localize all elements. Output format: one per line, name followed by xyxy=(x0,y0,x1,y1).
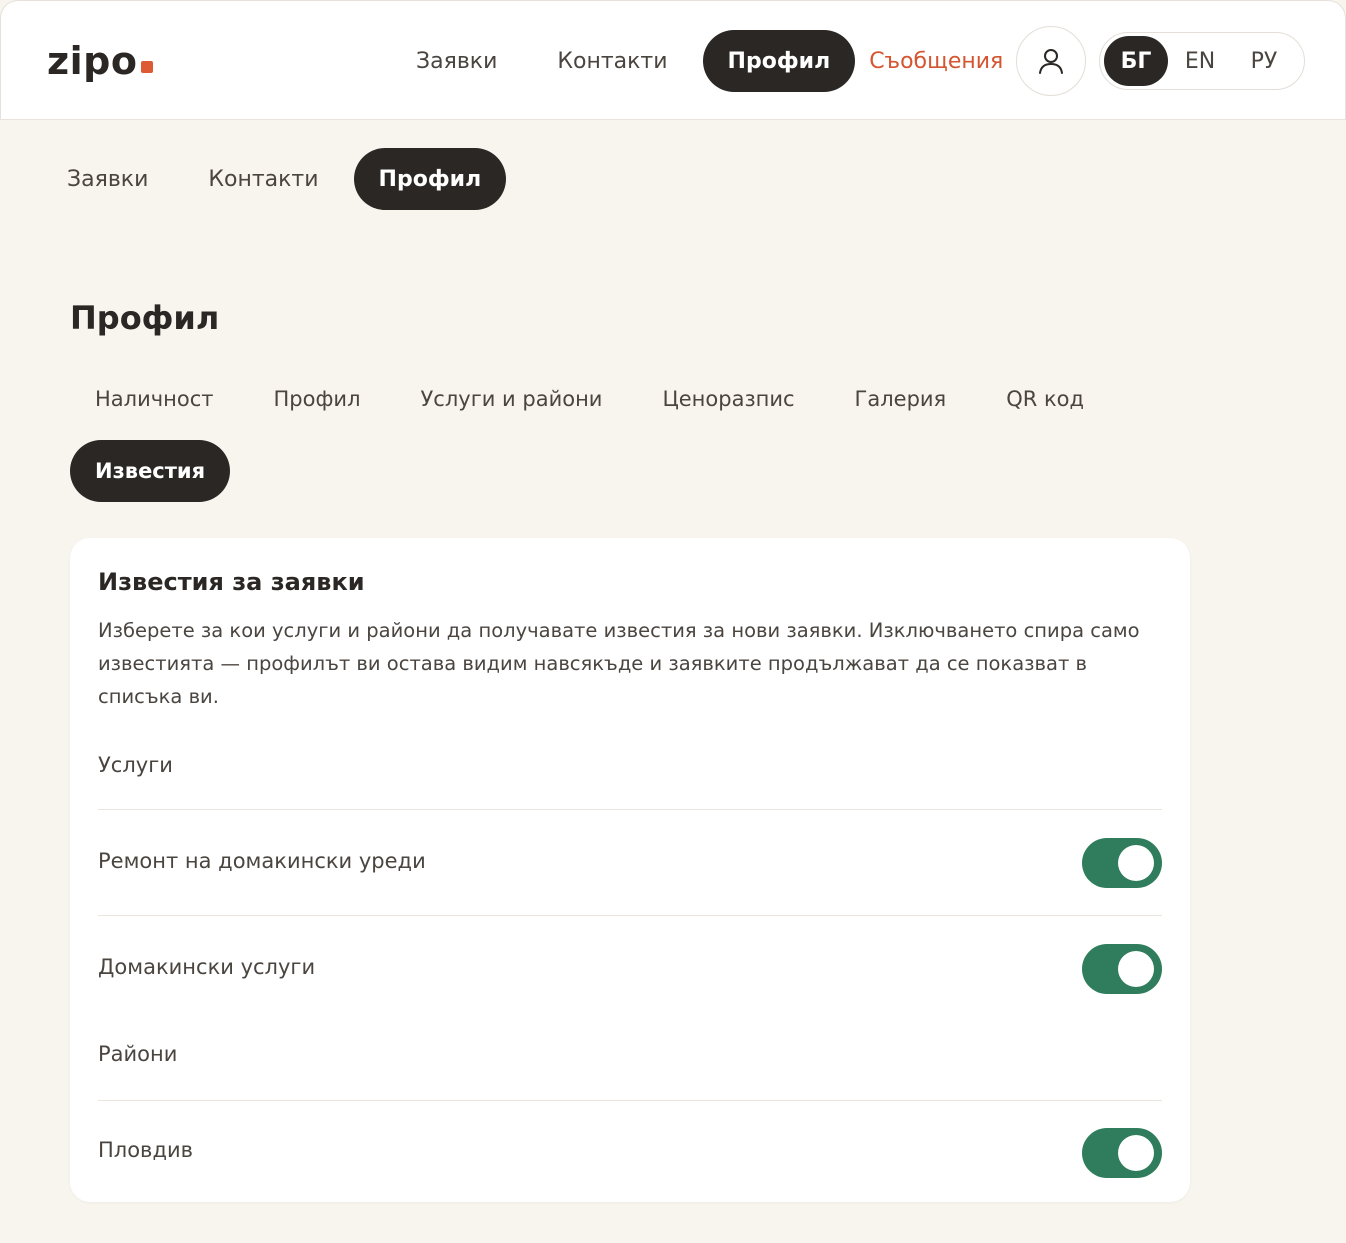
tab-availability[interactable]: Наличност xyxy=(70,368,239,430)
toggle-knob xyxy=(1118,951,1154,987)
service-toggle-household-services[interactable] xyxy=(1082,944,1162,994)
user-button[interactable] xyxy=(1016,26,1086,96)
region-toggle-plovdiv[interactable] xyxy=(1082,1128,1162,1178)
tab-profile[interactable]: Профил xyxy=(249,368,386,430)
nav-item-contacts[interactable]: Контакти xyxy=(532,30,692,92)
tab-pricelist[interactable]: Ценоразпис xyxy=(637,368,819,430)
page-title: Профил xyxy=(70,299,220,337)
card-title: Известия за заявки xyxy=(98,568,365,596)
toggle-knob xyxy=(1118,1135,1154,1171)
tab-notifications[interactable]: Известия xyxy=(70,440,231,502)
divider xyxy=(98,809,1162,810)
tab-services-regions[interactable]: Услуги и райони xyxy=(396,368,628,430)
card-description: Изберете за кои услуги и райони да получ… xyxy=(98,619,1140,708)
nav-item-profile[interactable]: Профил xyxy=(702,30,856,92)
tab-qr-code[interactable]: QR код xyxy=(981,368,1109,430)
service-row-label: Ремонт на домакински уреди xyxy=(98,849,426,873)
service-toggle-appliance-repair[interactable] xyxy=(1082,838,1162,888)
subnav-item-contacts[interactable]: Контакти xyxy=(183,148,343,210)
divider xyxy=(98,1100,1162,1101)
profile-tabs-row2: Известия xyxy=(70,440,231,502)
subnav-item-requests[interactable]: Заявки xyxy=(42,148,173,210)
profile-tabs: Наличност Профил Услуги и райони Ценораз… xyxy=(70,368,1109,430)
subnav-item-profile[interactable]: Профил xyxy=(353,148,507,210)
divider xyxy=(98,915,1162,916)
regions-section-label: Райони xyxy=(98,1042,178,1066)
main-nav: Заявки Контакти Профил Съобщения xyxy=(391,29,1017,93)
tab-gallery[interactable]: Галерия xyxy=(830,368,972,430)
logo-dot xyxy=(141,61,153,73)
region-row-label: Пловдив xyxy=(98,1138,193,1162)
service-row-label: Домакински услуги xyxy=(98,955,316,979)
nav-item-requests[interactable]: Заявки xyxy=(391,30,522,92)
top-header: zipo Заявки Контакти Профил Съобщения БГ… xyxy=(0,0,1346,120)
lang-ru-button[interactable]: РУ xyxy=(1232,36,1296,86)
lang-en-button[interactable]: EN xyxy=(1168,36,1232,86)
services-section-label: Услуги xyxy=(98,753,173,777)
sub-nav: Заявки Контакти Профил xyxy=(42,148,507,210)
toggle-knob xyxy=(1118,845,1154,881)
language-switcher: БГ EN РУ xyxy=(1099,32,1305,90)
lang-bg-button[interactable]: БГ xyxy=(1104,36,1168,86)
notifications-card: Известия за заявки Изберете за кои услуг… xyxy=(70,538,1190,1202)
nav-item-messages[interactable]: Съобщения xyxy=(855,30,1017,92)
user-icon xyxy=(1039,49,1063,74)
logo[interactable]: zipo xyxy=(47,37,137,85)
